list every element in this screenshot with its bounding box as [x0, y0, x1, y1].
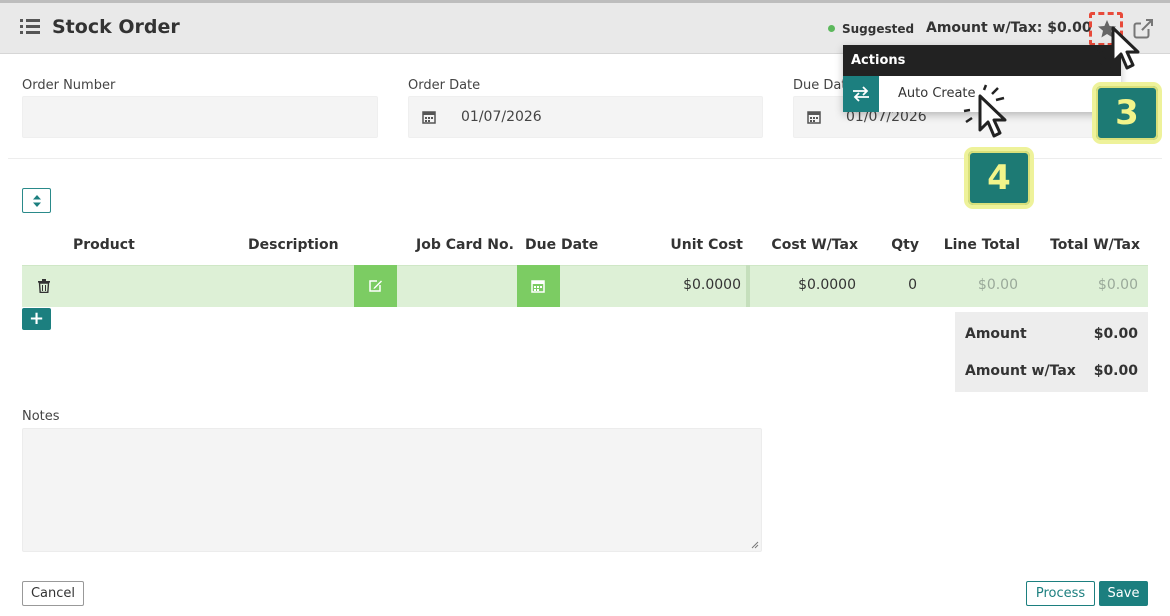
col-header-line-total: Line Total	[943, 237, 1020, 253]
sort-toggle-button[interactable]	[22, 188, 51, 213]
cell-line-total: $0.00	[977, 277, 1018, 293]
cancel-button[interactable]: Cancel	[22, 581, 84, 606]
cursor-pointer-icon	[1096, 26, 1140, 74]
cell-separator	[746, 265, 750, 307]
calendar-icon	[807, 111, 821, 124]
col-header-unit-cost: Unit Cost	[670, 237, 743, 253]
amount-tax-value: $0.00	[1093, 363, 1138, 379]
process-button[interactable]: Process	[1026, 581, 1095, 606]
trash-icon[interactable]	[38, 279, 50, 293]
notes-label: Notes	[22, 409, 60, 424]
resize-handle-icon[interactable]	[751, 541, 759, 549]
step-3-badge: 3	[1092, 82, 1162, 144]
status-badge: Suggested	[828, 22, 914, 36]
amount-value: $0.00	[1093, 326, 1138, 342]
col-header-description: Description	[248, 237, 339, 253]
col-header-total-with-tax: Total W/Tax	[1050, 237, 1140, 253]
edit-description-button[interactable]	[354, 265, 397, 307]
pick-due-date-button[interactable]	[517, 265, 560, 307]
actions-dropdown-title: Actions	[843, 45, 1121, 76]
order-date-label: Order Date	[408, 78, 481, 93]
edit-icon	[369, 280, 382, 292]
page-title: Stock Order	[52, 16, 180, 38]
header-amount-with-tax: Amount w/Tax: $0.00	[926, 20, 1092, 36]
col-header-cost-with-tax: Cost W/Tax	[771, 237, 858, 253]
cell-total-with-tax: $0.00	[1097, 277, 1138, 293]
cursor-click-icon	[963, 84, 1007, 138]
col-header-product: Product	[73, 237, 135, 253]
save-button[interactable]: Save	[1099, 581, 1148, 606]
add-row-button[interactable]: +	[22, 308, 51, 330]
cell-cost-with-tax: $0.0000	[798, 277, 856, 293]
col-header-due-date: Due Date	[525, 237, 599, 253]
step-4-badge: 4	[964, 147, 1034, 209]
order-date-value: 01/07/2026	[461, 109, 542, 125]
notes-textarea[interactable]	[22, 428, 762, 552]
list-menu-icon[interactable]	[20, 19, 40, 35]
order-date-input[interactable]: 01/07/2026	[408, 96, 763, 138]
cell-unit-cost[interactable]: $0.0000	[683, 277, 741, 293]
status-text: Suggested	[842, 22, 915, 36]
calendar-icon	[422, 111, 436, 124]
calendar-icon	[531, 280, 545, 293]
totals-panel: Amount $0.00 Amount w/Tax $0.00	[955, 312, 1148, 392]
col-header-job-card: Job Card No.	[416, 237, 514, 253]
sort-icon	[33, 195, 41, 207]
order-number-input[interactable]	[22, 96, 378, 138]
order-number-label: Order Number	[22, 78, 116, 93]
amount-label: Amount	[965, 326, 1027, 342]
cell-qty[interactable]: 0	[908, 277, 917, 293]
amount-tax-label: Amount w/Tax	[965, 363, 1076, 379]
due-date-label: Due Dat	[793, 78, 847, 93]
swap-arrows-icon[interactable]	[843, 76, 879, 112]
status-dot-icon	[828, 25, 835, 32]
col-header-qty: Qty	[891, 237, 919, 253]
